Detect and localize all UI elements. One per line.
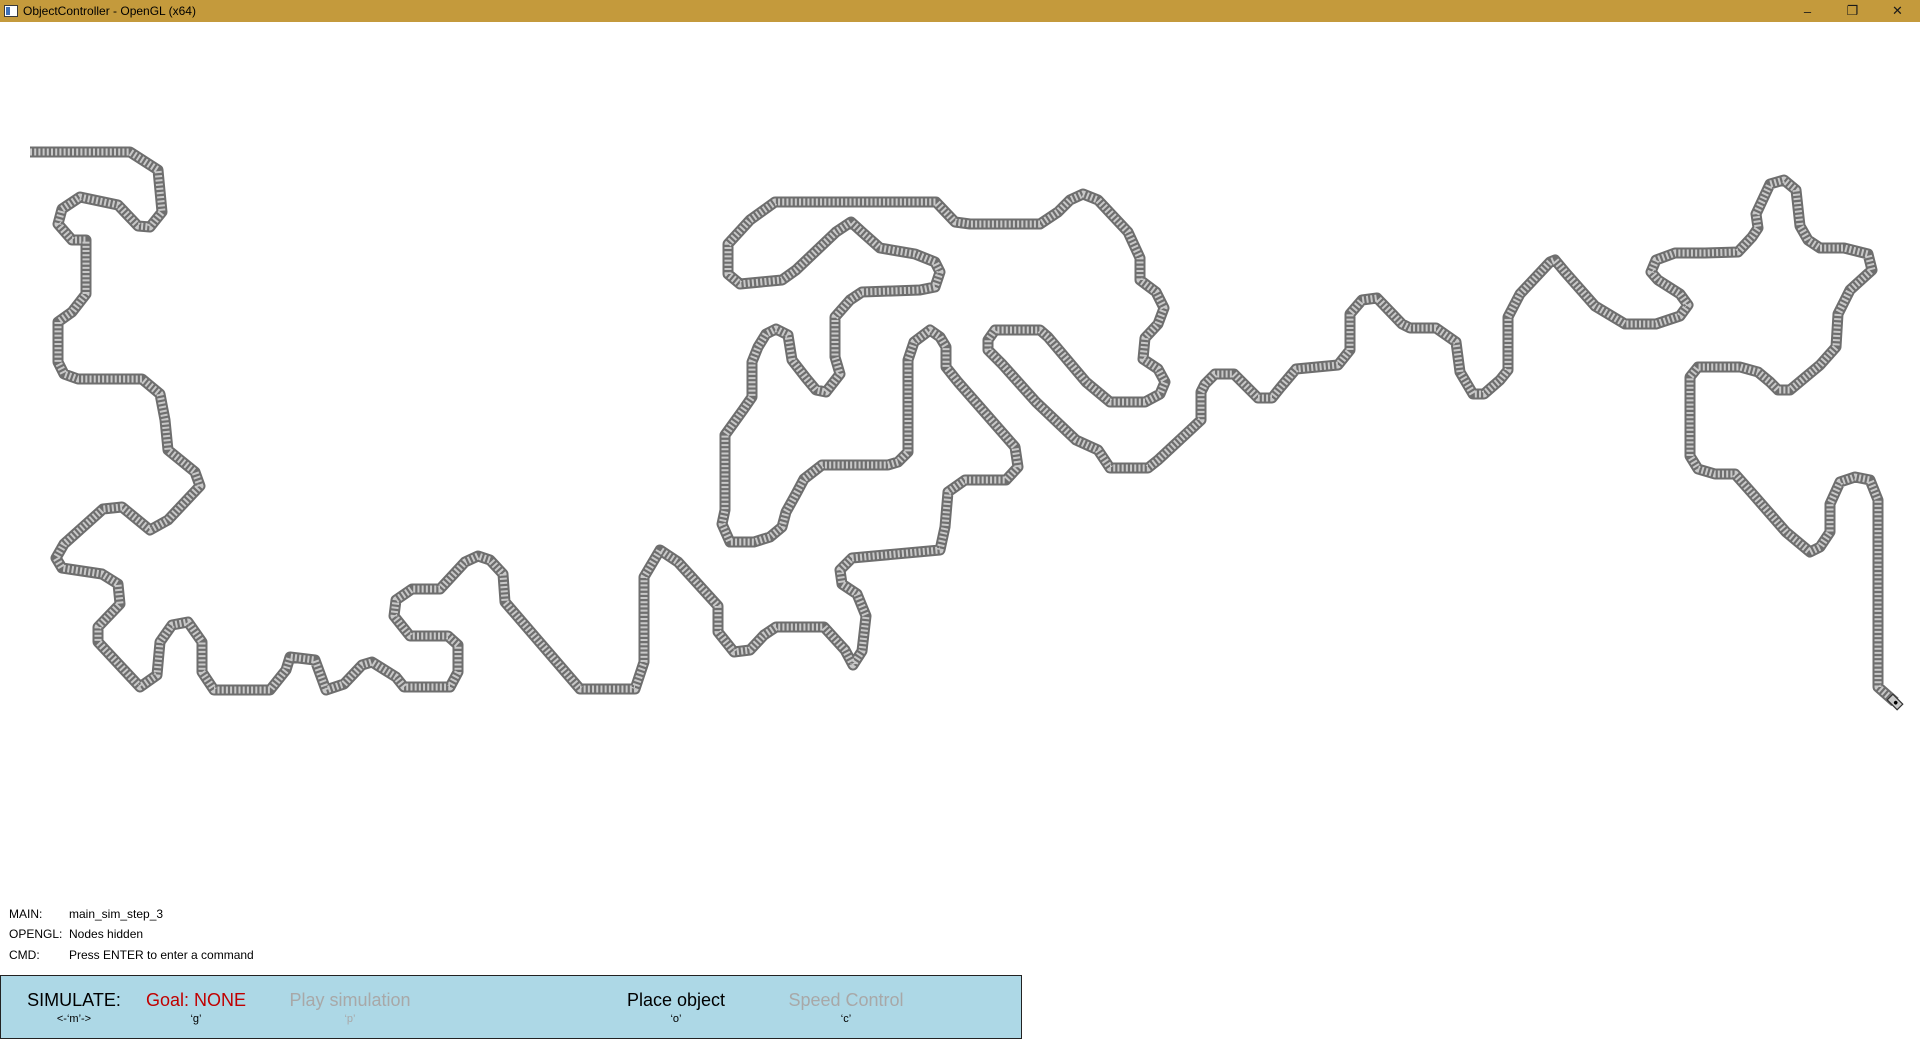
status-key: OPENGL: xyxy=(9,927,63,941)
opengl-canvas[interactable]: MAIN: main_sim_step_3 OPENGL: Nodes hidden… xyxy=(0,22,1920,1040)
place-object-button[interactable]: Place object ‘o’ xyxy=(615,990,737,1026)
track-path xyxy=(30,146,1899,707)
play-simulation-button[interactable]: Play simulation ‘p’ xyxy=(283,990,417,1026)
simulate-label: SIMULATE: xyxy=(27,990,121,1010)
simulate-key-hint: <-‘m’-> xyxy=(56,1013,92,1025)
goal-label: Goal: NONE xyxy=(145,990,247,1010)
status-value: main_sim_step_3 xyxy=(69,907,164,921)
title-bar: ObjectController - OpenGL (x64) – ❐ ✕ xyxy=(0,0,1920,22)
speed-control-button[interactable]: Speed Control ‘c’ xyxy=(781,990,911,1026)
speed-control-label: Speed Control xyxy=(788,990,904,1010)
control-toolbar: SIMULATE: <-‘m’-> Goal: NONE ‘g’ Play si… xyxy=(0,975,1022,1039)
goal-key-hint: ‘g’ xyxy=(190,1013,202,1025)
status-key: MAIN: xyxy=(9,907,43,921)
status-main: MAIN: main_sim_step_3 xyxy=(9,907,163,921)
app-window-icon xyxy=(4,5,18,17)
place-object-label: Place object xyxy=(626,990,726,1010)
status-value: Nodes hidden xyxy=(69,927,144,941)
goal-button[interactable]: Goal: NONE ‘g’ xyxy=(141,990,251,1026)
restore-icon[interactable]: ❐ xyxy=(1830,0,1875,22)
track-drawing xyxy=(30,146,1904,711)
simulate-mode-button[interactable]: SIMULATE: <-‘m’-> xyxy=(19,990,129,1026)
play-key-hint: ‘p’ xyxy=(344,1013,356,1025)
status-value: Press ENTER to enter a command xyxy=(69,948,254,962)
close-icon[interactable]: ✕ xyxy=(1875,0,1920,22)
speed-key-hint: ‘c’ xyxy=(840,1013,852,1025)
play-simulation-label: Play simulation xyxy=(289,990,411,1010)
status-opengl: OPENGL: Nodes hidden xyxy=(9,927,143,941)
window-controls: – ❐ ✕ xyxy=(1785,0,1920,22)
minimize-icon[interactable]: – xyxy=(1785,0,1830,22)
status-key: CMD: xyxy=(9,948,40,962)
place-key-hint: ‘o’ xyxy=(670,1013,682,1025)
status-cmd: CMD: Press ENTER to enter a command xyxy=(9,948,254,962)
window-title: ObjectController - OpenGL (x64) xyxy=(23,4,196,18)
